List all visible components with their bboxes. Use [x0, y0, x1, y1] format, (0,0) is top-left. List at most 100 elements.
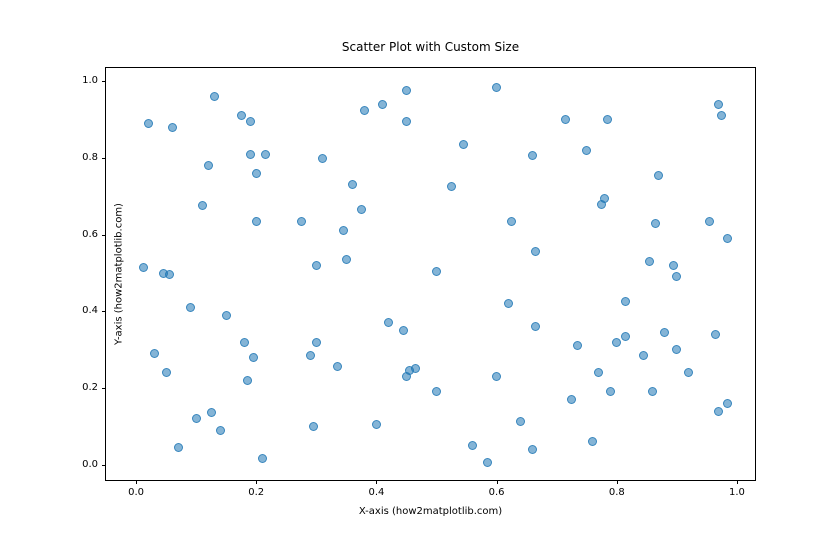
data-point	[639, 351, 648, 360]
data-point	[468, 441, 477, 450]
data-point	[174, 443, 183, 452]
data-point	[531, 247, 540, 256]
data-point	[723, 399, 732, 408]
data-point	[168, 123, 177, 132]
x-tick-label: 0.2	[248, 488, 264, 498]
data-point	[645, 257, 654, 266]
data-point	[261, 150, 270, 159]
data-point	[372, 420, 381, 429]
data-point	[723, 234, 732, 243]
data-point	[312, 261, 321, 270]
scatter-points	[106, 68, 755, 480]
data-point	[207, 408, 216, 417]
data-point	[210, 92, 219, 101]
data-point	[528, 151, 537, 160]
data-point	[306, 351, 315, 360]
data-point	[447, 182, 456, 191]
data-point	[162, 368, 171, 377]
data-point	[252, 217, 261, 226]
data-point	[567, 395, 576, 404]
data-point	[492, 83, 501, 92]
data-point	[516, 417, 525, 426]
y-tick-label: 0.8	[82, 153, 98, 163]
data-point	[150, 349, 159, 358]
data-point	[144, 119, 153, 128]
data-point	[192, 414, 201, 423]
data-point	[342, 255, 351, 264]
data-point	[339, 226, 348, 235]
data-point	[684, 368, 693, 377]
data-point	[399, 326, 408, 335]
x-tick-label: 0.6	[489, 488, 505, 498]
data-point	[669, 261, 678, 270]
data-point	[222, 311, 231, 320]
y-tick-label: 0.2	[82, 383, 98, 393]
data-point	[561, 115, 570, 124]
data-point	[360, 106, 369, 115]
data-point	[240, 338, 249, 347]
data-point	[139, 263, 148, 272]
x-tick-label: 0.0	[128, 488, 144, 498]
data-point	[402, 86, 411, 95]
data-point	[672, 272, 681, 281]
data-point	[411, 364, 420, 373]
x-tick-label: 0.8	[609, 488, 625, 498]
data-point	[705, 217, 714, 226]
data-point	[531, 322, 540, 331]
data-point	[711, 330, 720, 339]
data-point	[588, 437, 597, 446]
data-point	[603, 115, 612, 124]
data-point	[459, 140, 468, 149]
y-tick-label: 0.4	[82, 306, 98, 316]
data-point	[243, 376, 252, 385]
data-point	[186, 303, 195, 312]
data-point	[198, 201, 207, 210]
data-point	[573, 341, 582, 350]
data-point	[246, 117, 255, 126]
y-tick-label: 0.0	[82, 460, 98, 470]
x-tick-label: 0.4	[368, 488, 384, 498]
data-point	[333, 362, 342, 371]
data-point	[237, 111, 246, 120]
data-point	[165, 270, 174, 279]
data-point	[378, 100, 387, 109]
data-point	[648, 387, 657, 396]
data-point	[204, 161, 213, 170]
data-point	[249, 353, 258, 362]
chart-title: Scatter Plot with Custom Size	[342, 40, 519, 54]
data-point	[621, 332, 630, 341]
data-point	[504, 299, 513, 308]
data-point	[309, 422, 318, 431]
data-point	[714, 100, 723, 109]
data-point	[384, 318, 393, 327]
data-point	[654, 171, 663, 180]
data-point	[432, 387, 441, 396]
data-point	[348, 180, 357, 189]
data-point	[246, 150, 255, 159]
x-axis-label: X-axis (how2matplotlib.com)	[359, 506, 502, 517]
data-point	[660, 328, 669, 337]
y-tick-label: 0.6	[82, 230, 98, 240]
data-point	[672, 345, 681, 354]
figure: Scatter Plot with Custom Size X-axis (ho…	[0, 0, 840, 560]
data-point	[402, 117, 411, 126]
data-point	[582, 146, 591, 155]
data-point	[318, 154, 327, 163]
data-point	[357, 205, 366, 214]
chart-axes: Scatter Plot with Custom Size X-axis (ho…	[105, 67, 756, 481]
data-point	[651, 219, 660, 228]
x-tick-label: 1.0	[729, 488, 745, 498]
data-point	[717, 111, 726, 120]
data-point	[216, 426, 225, 435]
data-point	[432, 267, 441, 276]
data-point	[492, 372, 501, 381]
data-point	[507, 217, 516, 226]
data-point	[612, 338, 621, 347]
data-point	[252, 169, 261, 178]
data-point	[594, 368, 603, 377]
data-point	[600, 194, 609, 203]
data-point	[297, 217, 306, 226]
data-point	[606, 387, 615, 396]
data-point	[714, 407, 723, 416]
y-tick-label: 1.0	[82, 76, 98, 86]
